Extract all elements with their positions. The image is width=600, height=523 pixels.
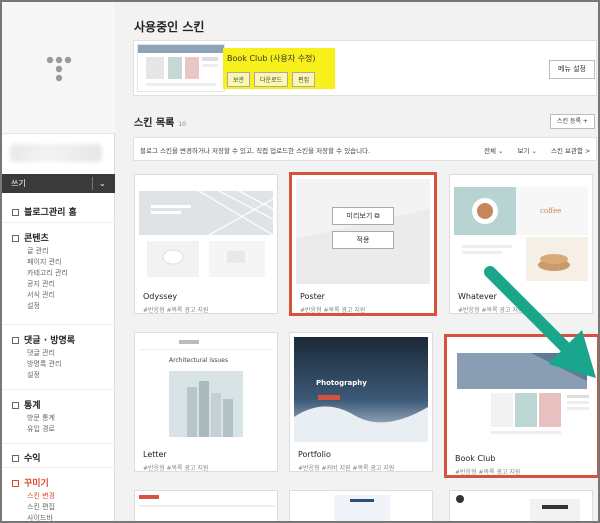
skin-card-portfolio[interactable]: Photography Portfolio #반응형 #커버 지원 #목록 광고… (289, 332, 433, 472)
skin-name: Portfolio (298, 450, 331, 459)
bar-chart-icon (12, 402, 19, 409)
document-icon (12, 235, 19, 242)
current-skin-heading: 사용중인 스킨 (134, 20, 205, 34)
write-label: 쓰기 (11, 179, 26, 188)
sidebar-item-categories[interactable]: 카테고리 관리 (27, 268, 68, 278)
home-icon (12, 209, 19, 216)
sidebar-item-skin-change[interactable]: 스킨 변경 (27, 491, 55, 501)
skin-card-partial-1[interactable] (134, 490, 278, 521)
sidebar-item-skin-edit[interactable]: 스킨 편집 (27, 502, 55, 512)
sidebar-item-comments[interactable]: 댓글 · 방명록 (12, 333, 75, 346)
sidebar-section-customize: 꾸미기 스킨 변경 스킨 편집 사이드바 (2, 467, 115, 521)
sidebar-item-visits[interactable]: 방문 통계 (27, 413, 55, 423)
skin-name: Letter (143, 450, 167, 459)
register-skin-button[interactable]: 스킨 등록 + (550, 114, 595, 129)
apply-button[interactable]: 적용 (332, 231, 394, 249)
skin-name: Book Club (455, 454, 496, 463)
archive-button[interactable]: 보관 (227, 72, 251, 87)
skin-thumbnail-letter: Architectural issues (139, 337, 273, 442)
sidebar-item-content-settings[interactable]: 설정 (27, 301, 40, 311)
chevron-down-icon[interactable]: ⌄ (99, 174, 106, 193)
skin-list-heading: 스킨 목록 10 (134, 118, 186, 129)
sidebar-item-guestbook[interactable]: 방명록 관리 (27, 359, 61, 369)
current-skin-card: Book Club (사용자 수정) 보관 다운로드 편집 메뉴 설정 (133, 40, 597, 96)
sidebar-item-stats[interactable]: 통계 (12, 398, 41, 411)
skin-card-partial-3[interactable] (449, 490, 593, 521)
comment-icon (12, 337, 19, 344)
edit-button[interactable]: 편집 (292, 72, 316, 87)
skin-tags: #반응형 #커버 지원 #목록 광고 지원 (298, 465, 395, 472)
skin-name: Odyssey (143, 292, 178, 301)
skin-info-bar: 블로그 스킨을 변경하거나 저장할 수 있고, 직접 업로드한 스킨을 저장할 … (133, 137, 597, 161)
skin-card-partial-2[interactable] (289, 490, 433, 521)
preview-button[interactable]: 미리보기 ⧉ (332, 207, 394, 225)
sidebar-item-home[interactable]: 블로그관리 홈 (12, 205, 77, 218)
skin-tags: #반응형 #목록 광고 지원 (455, 469, 521, 476)
current-skin-highlight: Book Club (사용자 수정) 보관 다운로드 편집 (223, 48, 335, 89)
skin-card-letter[interactable]: Architectural issues Letter #반응형 #목록 광고 … (134, 332, 278, 472)
current-skin-thumbnail (137, 44, 225, 92)
skin-tags: #반응형 #목록 광고 지원 (143, 307, 209, 314)
download-button[interactable]: 다운로드 (254, 72, 289, 87)
skin-card-poster[interactable]: 미리보기 ⧉ 적용 Poster #반응형 #목록 광고 지원 (289, 172, 437, 316)
skin-storage-link[interactable]: 스킨 보관함 > (551, 145, 590, 155)
skin-name: Poster (300, 292, 325, 301)
sidebar-section-content: 콘텐츠 글 관리 페이지 관리 카테고리 관리 공지 관리 서식 관리 설정 (2, 222, 115, 334)
sidebar: 쓰기 ⌄ 블로그관리 홈 콘텐츠 글 관리 페이지 관리 카테고리 관리 공지 … (2, 2, 115, 521)
portfolio-caption: Photography (316, 379, 367, 387)
sidebar-section-revenue: 수익 (2, 443, 115, 467)
tistory-logo-icon (46, 56, 72, 82)
sidebar-item-comment-settings[interactable]: 설정 (27, 370, 40, 380)
skin-tags: #반응형 #목록 광고 지원 (143, 465, 209, 472)
main-content: 사용중인 스킨 Book Club (사용자 수정) 보관 다운로드 편집 메뉴… (116, 2, 598, 521)
blurred-blog-name (10, 144, 102, 162)
whatever-brand: coffee (540, 207, 562, 215)
skin-thumbnail-portfolio: Photography (294, 337, 428, 442)
sidebar-item-posts[interactable]: 글 관리 (27, 246, 49, 256)
sidebar-section-comments: 댓글 · 방명록 댓글 관리 방명록 관리 설정 (2, 324, 115, 389)
sidebar-item-sidebar[interactable]: 사이드바 (27, 513, 53, 521)
skin-thumbnail-poster: 미리보기 ⧉ 적용 (296, 179, 430, 284)
sidebar-item-notices[interactable]: 공지 관리 (27, 279, 55, 289)
menu-settings-button[interactable]: 메뉴 설정 (549, 60, 595, 79)
skin-count: 10 (178, 121, 186, 128)
sidebar-item-referrers[interactable]: 유입 경로 (27, 424, 55, 434)
sidebar-item-customize[interactable]: 꾸미기 (12, 476, 49, 489)
sidebar-item-templates[interactable]: 서식 관리 (27, 290, 55, 300)
palette-icon (12, 480, 19, 487)
skin-card-odyssey[interactable]: Odyssey #반응형 #목록 광고 지원 (134, 174, 278, 314)
skin-thumbnail-odyssey (139, 179, 273, 284)
skin-info-text: 블로그 스킨을 변경하거나 저장할 수 있고, 직접 업로드한 스킨을 저장할 … (140, 147, 371, 155)
letter-caption: Architectural issues (169, 357, 228, 364)
current-skin-name: Book Club (사용자 수정) (227, 54, 316, 63)
view-dropdown[interactable]: 보기 ⌄ (517, 145, 536, 155)
filter-all-dropdown[interactable]: 전체 ⌄ (484, 145, 503, 155)
sidebar-section-stats: 통계 방문 통계 유입 경로 (2, 389, 115, 443)
sidebar-item-content[interactable]: 콘텐츠 (12, 231, 49, 244)
skin-tags: #반응형 #목록 광고 지원 (300, 307, 366, 314)
coin-icon (12, 455, 19, 462)
skin-settings-window: 쓰기 ⌄ 블로그관리 홈 콘텐츠 글 관리 페이지 관리 카테고리 관리 공지 … (0, 0, 600, 523)
external-link-icon: ⧉ (374, 212, 380, 220)
annotation-arrow-icon (484, 266, 596, 378)
sidebar-item-pages[interactable]: 페이지 관리 (27, 257, 61, 267)
sidebar-item-revenue[interactable]: 수익 (12, 451, 41, 464)
blog-logo-area (2, 2, 115, 134)
sidebar-item-comment-manage[interactable]: 댓글 관리 (27, 348, 55, 358)
write-button[interactable]: 쓰기 ⌄ (2, 174, 115, 193)
